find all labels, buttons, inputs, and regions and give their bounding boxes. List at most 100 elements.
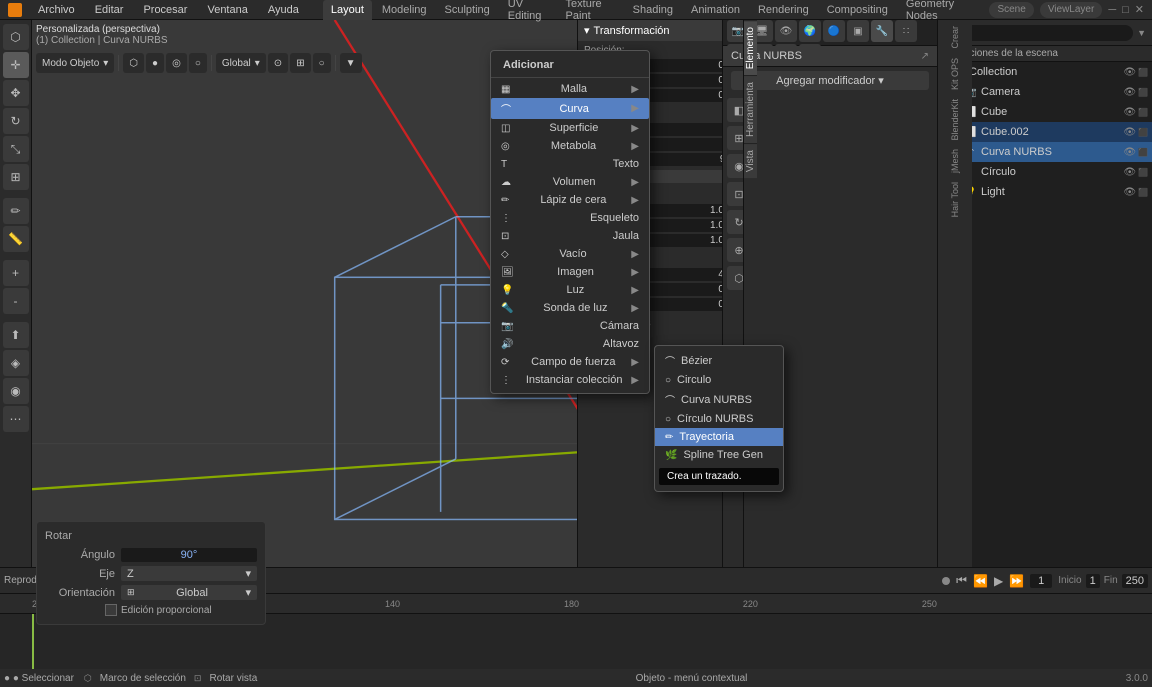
menu-item-campo[interactable]: ⟳ Campo de fuerza ▶	[491, 353, 649, 371]
tool-annotate[interactable]: ✏	[3, 198, 29, 224]
prop-tab-modifier[interactable]: 🔧	[871, 20, 893, 42]
outliner-search-box[interactable]: 🔍	[956, 25, 1134, 41]
menu-item-luz[interactable]: 💡 Luz ▶	[491, 281, 649, 299]
tool-bevel[interactable]: ◉	[3, 378, 29, 404]
prop-tab-world[interactable]: 🔵	[823, 20, 845, 42]
mode-selector[interactable]: Modo Objeto ▾	[36, 53, 114, 73]
side-tab-vista[interactable]: Vista	[744, 143, 757, 178]
tab-uv-editing[interactable]: UV Editing	[500, 0, 556, 20]
window-minimize[interactable]: ─	[1108, 4, 1116, 16]
render-icon-camera[interactable]: ⬛	[1138, 88, 1148, 97]
render-icon-cube002[interactable]: ⬛	[1138, 128, 1148, 137]
menu-item-instanciar[interactable]: ⋮ Instanciar colección ▶	[491, 371, 649, 389]
current-frame-display[interactable]: 1	[1030, 574, 1052, 588]
tool-loop-cut[interactable]: ⋯	[3, 406, 29, 432]
tool-inset[interactable]: ◈	[3, 350, 29, 376]
tool-select[interactable]: ⬡	[3, 24, 29, 50]
sidebar-tab-create[interactable]: Crear	[949, 22, 961, 53]
sidebar-tab-jmesh[interactable]: jMesh	[949, 145, 961, 177]
tool-rotate[interactable]: ↻	[3, 108, 29, 134]
tab-compositing[interactable]: Compositing	[819, 0, 896, 20]
tool-move[interactable]: ✥	[3, 80, 29, 106]
submenu-curva-nurbs[interactable]: ⌒ Curva NURBS	[655, 389, 783, 410]
viewport-shading-solid[interactable]: ●	[146, 53, 164, 73]
menu-procesar[interactable]: Procesar	[139, 4, 191, 16]
prop-tab-scene[interactable]: 🌍	[799, 20, 821, 42]
next-frame-btn[interactable]: ⏩	[1009, 574, 1024, 588]
tool-subtract[interactable]: -	[3, 288, 29, 314]
menu-archivo[interactable]: Archivo	[34, 4, 79, 16]
menu-item-malla[interactable]: ▦ Malla ▶	[491, 80, 649, 98]
tool-cursor[interactable]: ✛	[3, 52, 29, 78]
tool-scale[interactable]: ⤡	[3, 136, 29, 162]
menu-editar[interactable]: Editar	[91, 4, 128, 16]
eye-icon-cube002[interactable]: 👁	[1123, 127, 1136, 138]
menu-item-texto[interactable]: T Texto	[491, 155, 649, 173]
render-icon-circulo[interactable]: ⬛	[1138, 168, 1148, 177]
menu-item-camara[interactable]: 📷 Cámara	[491, 317, 649, 335]
menu-item-volumen[interactable]: ☁ Volumen ▶	[491, 173, 649, 191]
window-maximize[interactable]: □	[1122, 4, 1129, 16]
tab-shading[interactable]: Shading	[625, 0, 681, 20]
submenu-bezier[interactable]: ⌒ Bézier	[655, 350, 783, 371]
render-icon-cube[interactable]: ⬛	[1138, 108, 1148, 117]
menu-item-esqueleto[interactable]: ⋮ Esqueleto	[491, 209, 649, 227]
angle-value[interactable]: 90°	[121, 548, 257, 562]
render-icon-collection[interactable]: ⬛	[1138, 68, 1148, 77]
prev-frame-btn[interactable]: ⏪	[973, 574, 988, 588]
end-frame[interactable]: 250	[1122, 574, 1148, 588]
window-close[interactable]: ✕	[1135, 3, 1144, 16]
tab-animation[interactable]: Animation	[683, 0, 748, 20]
prop-tab-particles[interactable]: ∷	[895, 20, 917, 42]
render-icon-curva[interactable]: ⬛	[1138, 148, 1148, 157]
tab-sculpting[interactable]: Sculpting	[437, 0, 498, 20]
eye-icon-collection[interactable]: 👁	[1123, 67, 1136, 78]
proportional-btn[interactable]: ○	[313, 53, 331, 73]
tool-extrude[interactable]: ⬆	[3, 322, 29, 348]
menu-item-altavoz[interactable]: 🔊 Altavoz	[491, 335, 649, 353]
menu-item-imagen[interactable]: 🖼 Imagen ▶	[491, 263, 649, 281]
menu-item-sonda[interactable]: 🔦 Sonda de luz ▶	[491, 299, 649, 317]
tab-texture-paint[interactable]: Texture Paint	[558, 0, 623, 20]
filter-btn[interactable]: ▼	[340, 53, 362, 73]
sidebar-tab-hair-tool[interactable]: Hair Tool	[949, 178, 961, 221]
prop-tab-object[interactable]: ▣	[847, 20, 869, 42]
skip-start-btn[interactable]: ⏮	[956, 573, 967, 588]
side-tab-elemento[interactable]: Elemento	[744, 20, 757, 75]
menu-item-curva[interactable]: ⌒ Curva ▶	[491, 98, 649, 119]
eye-icon-light[interactable]: 👁	[1123, 187, 1136, 198]
orientation-dropdown[interactable]: ⊞ Global ▾	[121, 585, 257, 600]
eye-icon-cube[interactable]: 👁	[1123, 107, 1136, 118]
object-browse-btn[interactable]: ↗	[921, 51, 929, 62]
pivot-btn[interactable]: ⊙	[268, 53, 288, 73]
sidebar-tab-kit-ops[interactable]: Kit OPS	[949, 54, 961, 94]
snap-btn[interactable]: ⊞	[290, 53, 310, 73]
menu-ventana[interactable]: Ventana	[203, 4, 251, 16]
menu-item-jaula[interactable]: ⊡ Jaula	[491, 227, 649, 245]
submenu-circulo[interactable]: ○ Circulo	[655, 371, 783, 389]
viewport-shading-wire[interactable]: ⬡	[123, 53, 144, 73]
eye-icon-camera[interactable]: 👁	[1123, 87, 1136, 98]
menu-ayuda[interactable]: Ayuda	[264, 4, 303, 16]
tool-add[interactable]: +	[3, 260, 29, 286]
record-btn[interactable]	[942, 577, 950, 585]
outliner-filter-btn[interactable]: ▼	[1137, 28, 1146, 38]
eye-icon-circulo[interactable]: 👁	[1123, 167, 1136, 178]
submenu-circulo-nurbs[interactable]: ○ Círculo NURBS	[655, 410, 783, 428]
play-btn[interactable]: ▶	[994, 574, 1003, 588]
eye-icon-curva[interactable]: 👁	[1123, 147, 1136, 158]
tab-layout[interactable]: Layout	[323, 0, 372, 20]
render-icon-light[interactable]: ⬛	[1138, 188, 1148, 197]
viewport-shading-render[interactable]: ○	[189, 53, 207, 73]
axis-dropdown[interactable]: Z ▾	[121, 566, 257, 581]
tab-modeling[interactable]: Modeling	[374, 0, 435, 20]
submenu-trayectoria[interactable]: ✏ Trayectoria	[655, 428, 783, 446]
submenu-spline-tree[interactable]: 🌿 Spline Tree Gen	[655, 446, 783, 464]
proportional-edit-checkbox[interactable]	[105, 604, 117, 616]
viewlayer-selector[interactable]: ViewLayer	[1040, 2, 1103, 18]
prop-tab-view[interactable]: 👁	[775, 20, 797, 42]
viewport-shading-material[interactable]: ◎	[166, 53, 187, 73]
tool-measure[interactable]: 📏	[3, 226, 29, 252]
tab-geometry-nodes[interactable]: Geometry Nodes	[898, 0, 978, 20]
tab-rendering[interactable]: Rendering	[750, 0, 817, 20]
